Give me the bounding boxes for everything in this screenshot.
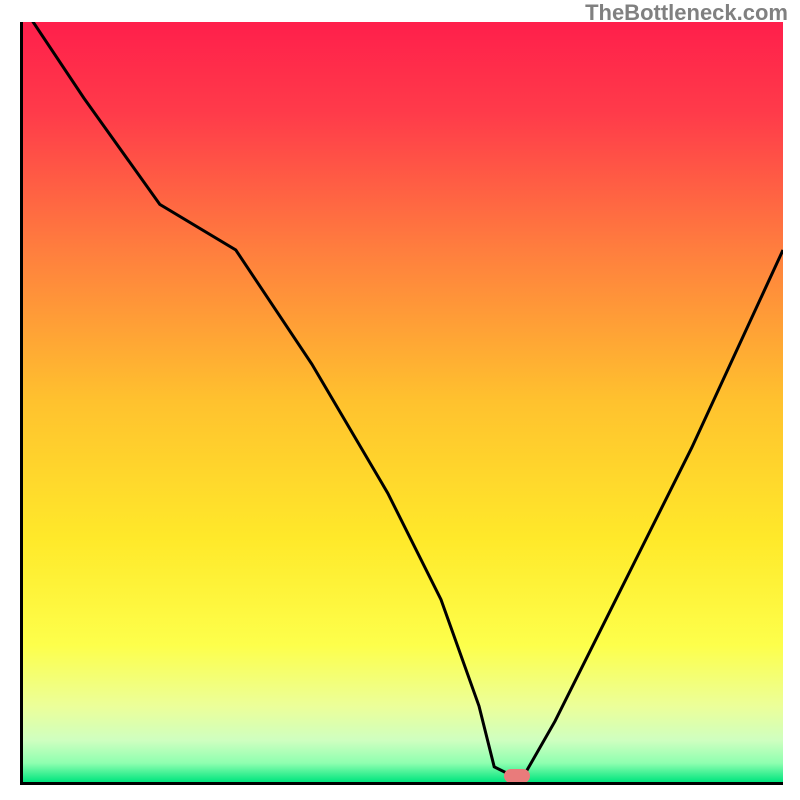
chart-container: TheBottleneck.com xyxy=(0,0,800,800)
optimum-marker xyxy=(504,769,530,783)
bottleneck-curve xyxy=(23,22,783,782)
curve-path xyxy=(23,22,783,774)
watermark-text: TheBottleneck.com xyxy=(585,0,788,26)
plot-area xyxy=(20,22,783,785)
